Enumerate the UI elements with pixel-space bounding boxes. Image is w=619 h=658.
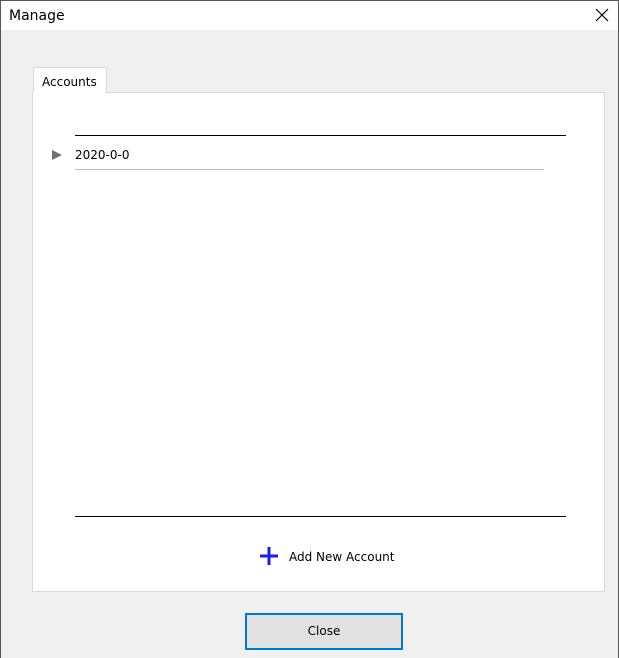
row-divider	[75, 169, 544, 170]
manage-dialog: Manage Accounts 2020-0-0 Add New Account…	[0, 0, 619, 658]
account-row-label: 2020-0-0	[75, 148, 130, 162]
plus-icon	[260, 547, 278, 565]
window-title: Manage	[9, 8, 65, 24]
add-new-account-button[interactable]: Add New Account	[259, 545, 409, 567]
window-close-button[interactable]	[590, 3, 614, 27]
list-top-divider	[75, 135, 566, 136]
close-button[interactable]: Close	[245, 613, 403, 650]
triangle-right-icon[interactable]	[51, 149, 63, 161]
tab-accounts-label: Accounts	[42, 75, 97, 89]
accounts-panel: 2020-0-0 Add New Account	[32, 92, 605, 592]
list-bottom-divider	[75, 516, 566, 517]
add-new-account-label: Add New Account	[289, 550, 395, 564]
close-x-icon	[595, 8, 609, 22]
tab-accounts[interactable]: Accounts	[33, 67, 107, 93]
title-bar: Manage	[1, 0, 618, 30]
account-row[interactable]: 2020-0-0	[47, 143, 547, 170]
